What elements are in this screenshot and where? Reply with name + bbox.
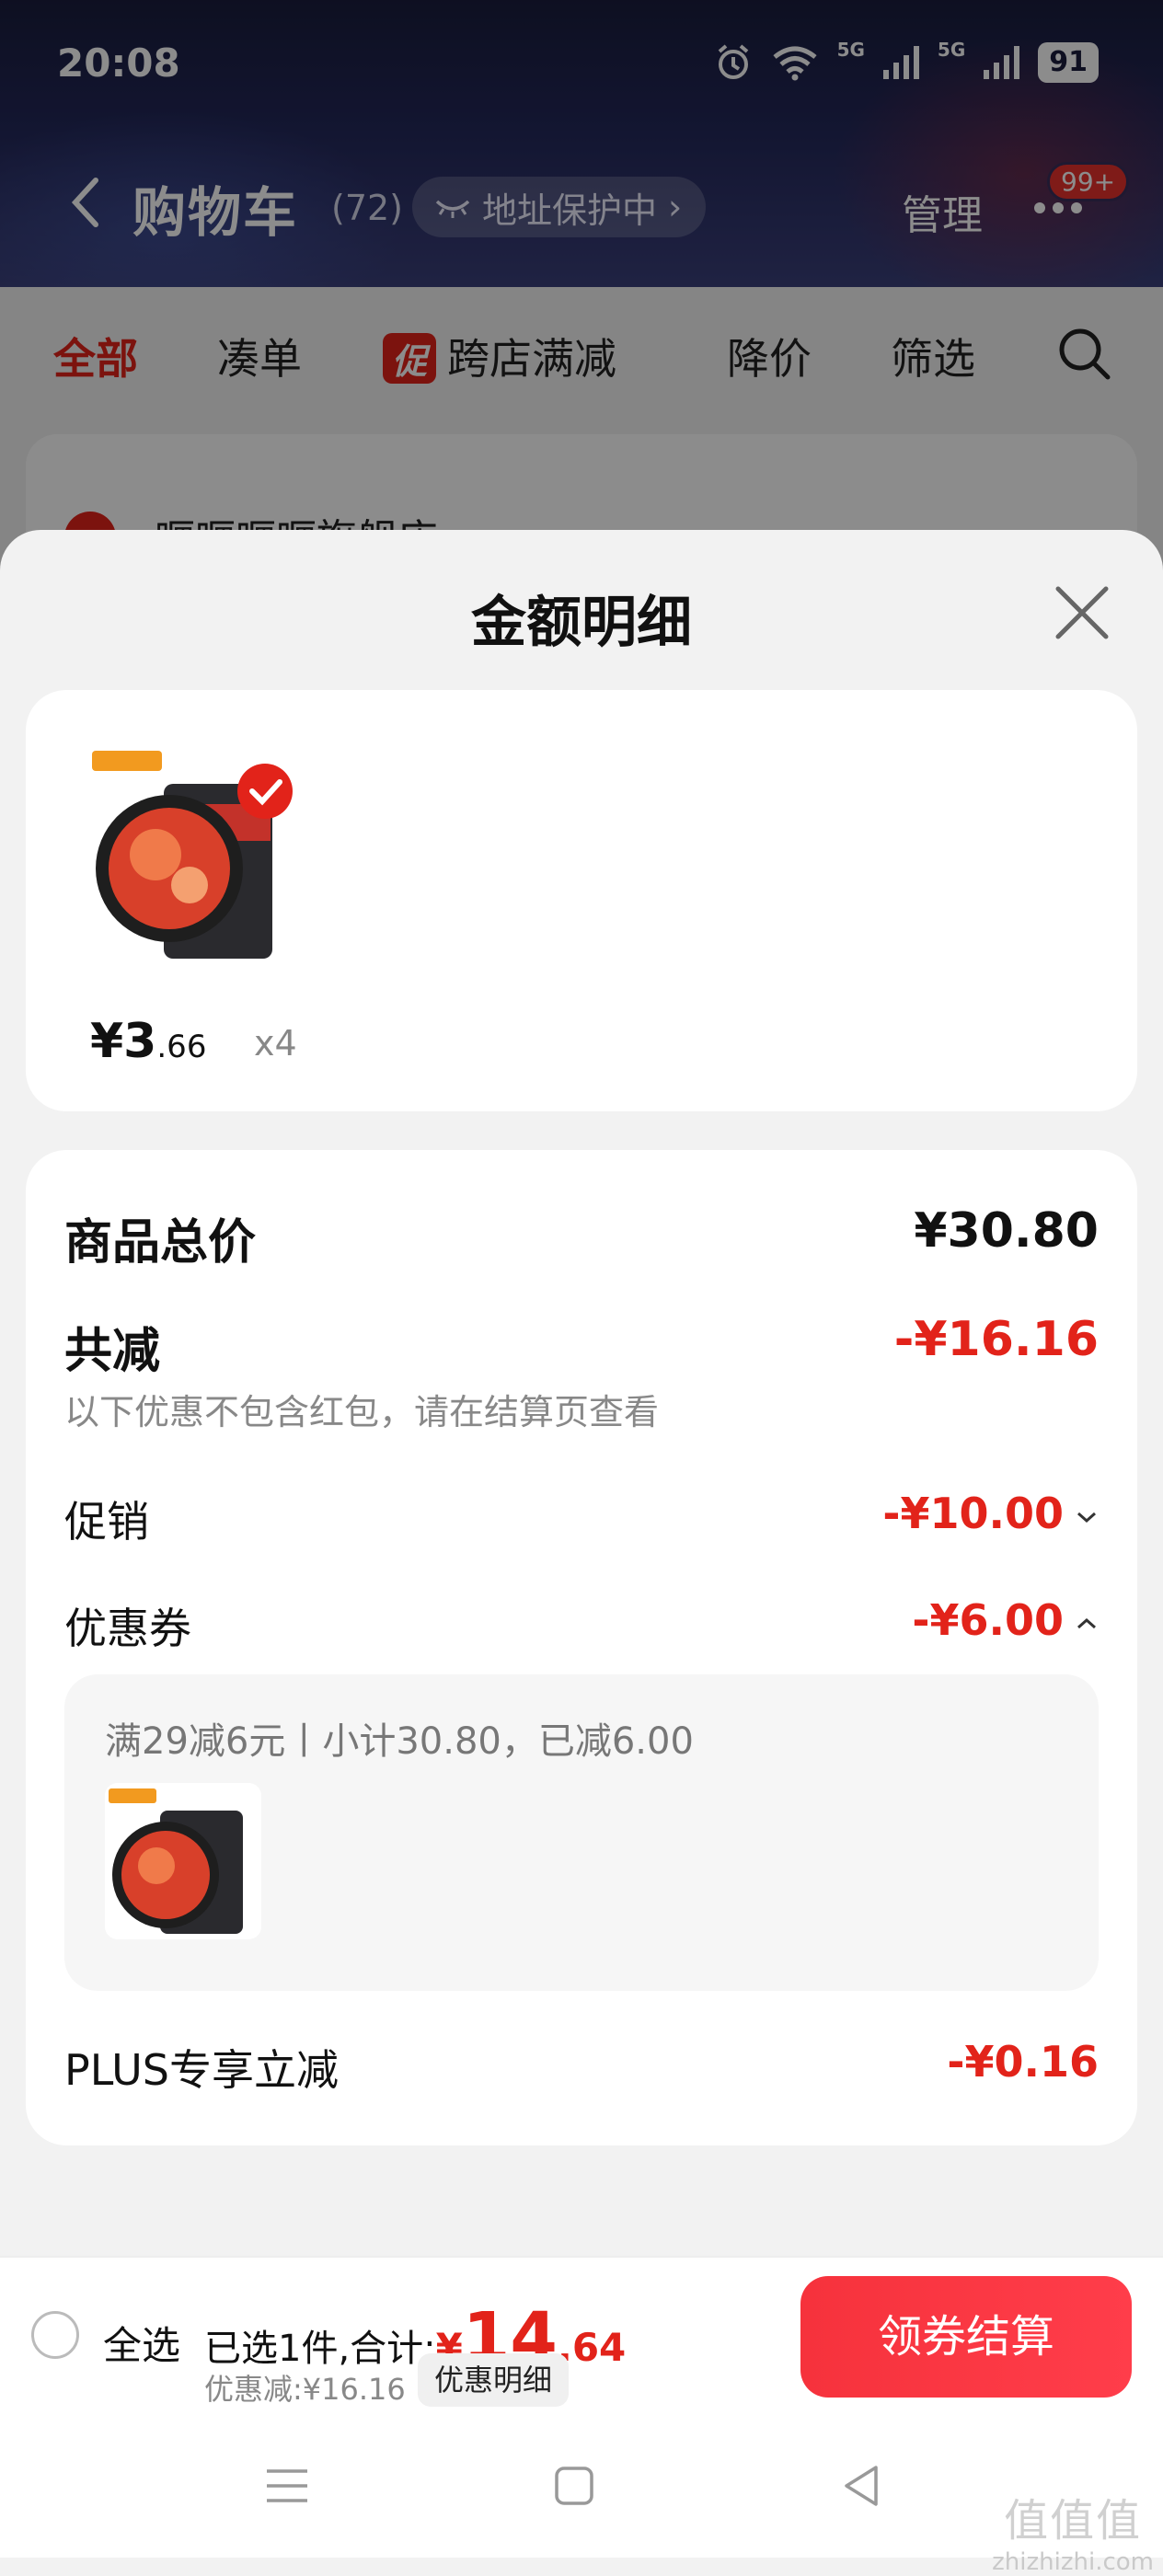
coupon-label: 优惠券 — [64, 1604, 191, 1653]
coupon-product-image — [105, 1783, 261, 1939]
select-all-label[interactable]: 全选 — [103, 2315, 180, 2371]
item-quantity: x4 — [254, 1023, 297, 1064]
product-image[interactable] — [86, 740, 307, 960]
sheet-title: 金额明细 — [471, 591, 692, 655]
chevron-down-icon — [1077, 1512, 1096, 1523]
discount-summary: 优惠减:¥16.16 — [204, 2372, 406, 2407]
total-discount-value: -¥16.16 — [893, 1312, 1099, 1367]
chevron-up-icon — [1077, 1617, 1096, 1628]
close-icon[interactable] — [1049, 580, 1115, 646]
total-discount-label: 共减 — [64, 1324, 161, 1379]
home-icon[interactable] — [548, 2460, 600, 2512]
item-price: ¥3.66 — [90, 1014, 207, 1069]
selected-goods-card: ¥3.66 x4 — [26, 690, 1137, 1111]
plus-discount-label: PLUS专享立减 — [64, 2045, 339, 2095]
watermark: 值值值 zhizhizhi.com — [992, 2484, 1154, 2576]
select-all-checkbox[interactable] — [31, 2311, 79, 2359]
coupon-detail-box: 满29减6元丨小计30.80，已减6.00 — [64, 1674, 1099, 1991]
promo-row[interactable]: -¥10.00 — [882, 1489, 1099, 1538]
discount-note: 以下优惠不包含红包，请在结算页查看 — [64, 1392, 660, 1432]
watermark-url: zhizhizhi.com — [992, 2548, 1154, 2576]
discount-detail-button[interactable]: 优惠明细 — [418, 2353, 570, 2407]
watermark-logo: 值值值 — [1004, 2495, 1143, 2547]
back-icon[interactable] — [835, 2460, 887, 2512]
coupon-row[interactable]: -¥6.00 — [912, 1595, 1099, 1645]
checkout-button[interactable]: 领券结算 — [800, 2276, 1132, 2398]
promo-label: 促销 — [64, 1497, 149, 1547]
menu-icon[interactable] — [261, 2460, 313, 2512]
amount-detail-sheet: 金额明细 ¥3.66 x4 商品总价 ¥30.80 共减 -¥16.16 以下优… — [0, 530, 1163, 2420]
amount-breakdown-card: 商品总价 ¥30.80 共减 -¥16.16 以下优惠不包含红包，请在结算页查看… — [26, 1150, 1137, 2145]
selected-prefix: 已选1件,合计: — [204, 2328, 436, 2370]
system-nav-bar — [0, 2418, 1163, 2558]
checkout-bar: 全选 已选1件,合计:¥14.64 优惠减:¥16.16 优惠明细 领券结算 — [0, 2256, 1163, 2420]
coupon-value: -¥6.00 — [912, 1595, 1064, 1645]
coupon-detail-text: 满29减6元丨小计30.80，已减6.00 — [105, 1720, 694, 1763]
promo-value: -¥10.00 — [882, 1489, 1064, 1538]
goods-total-value: ¥30.80 — [914, 1203, 1099, 1259]
goods-total-label: 商品总价 — [64, 1215, 257, 1271]
plus-discount-value: -¥0.16 — [947, 2037, 1099, 2087]
